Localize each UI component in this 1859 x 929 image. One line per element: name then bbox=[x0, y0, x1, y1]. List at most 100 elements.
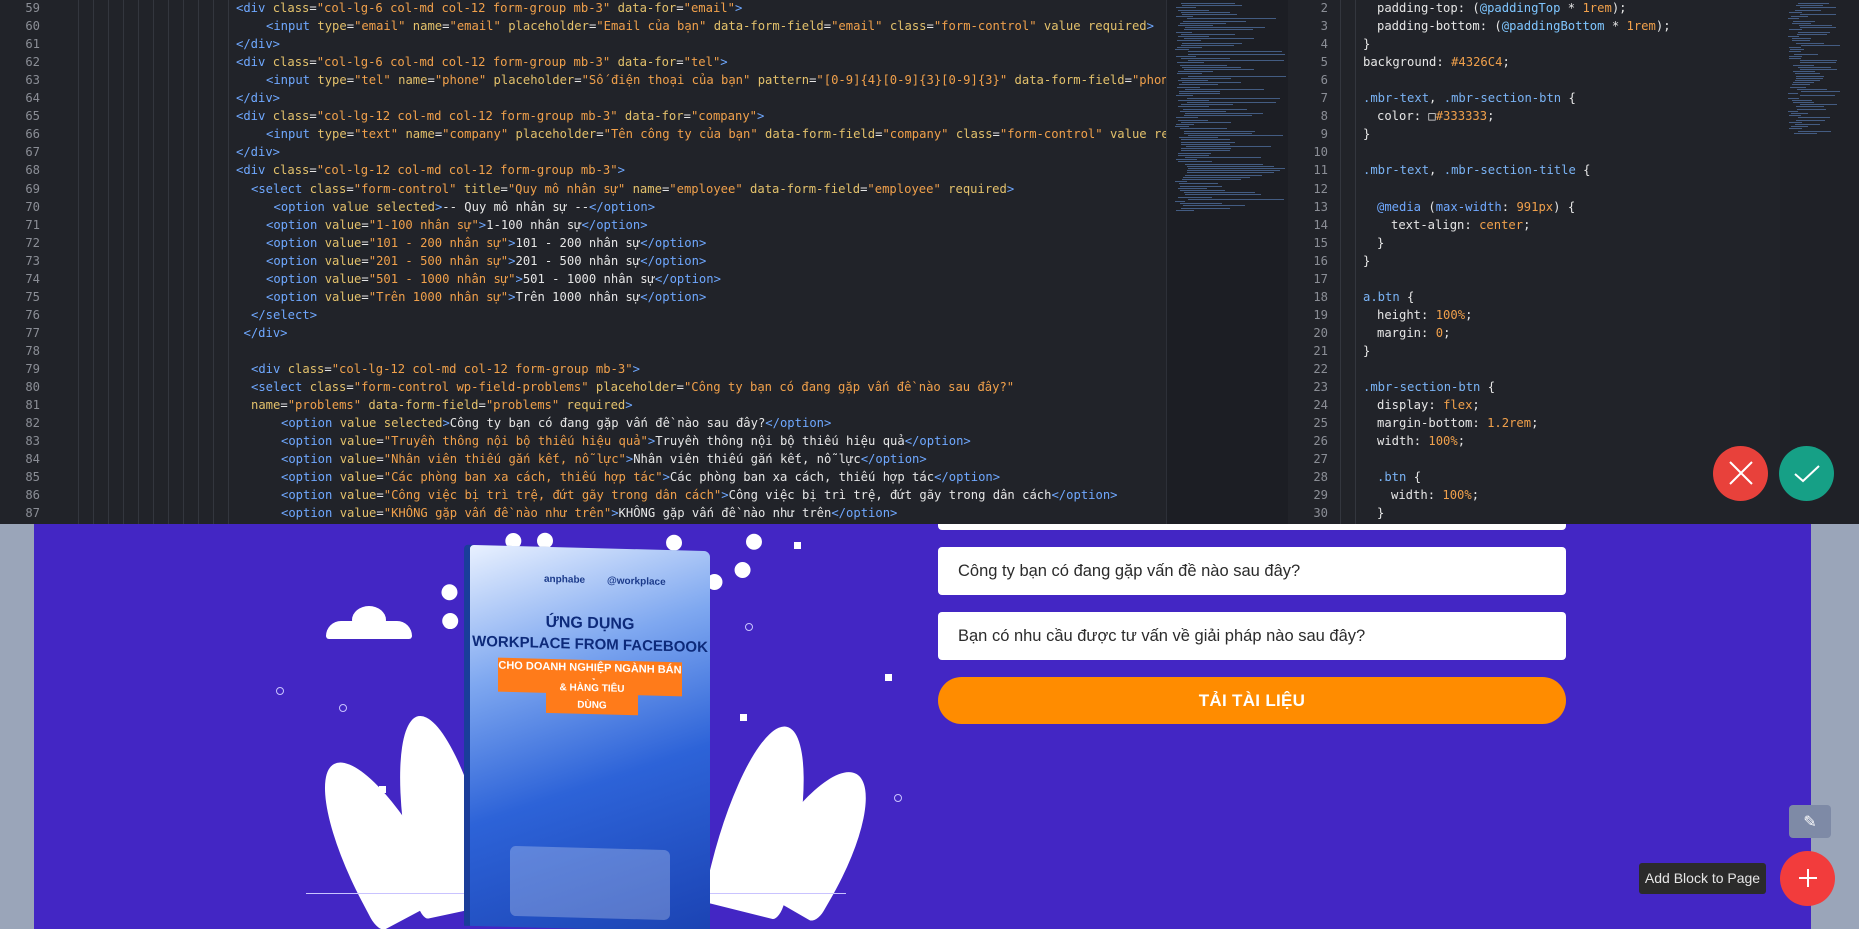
css-code-editor[interactable]: 2 padding-top: (@paddingTop * 1rem); 3 padd… bbox=[1288, 0, 1859, 524]
code-line[interactable]: 20 margin: 0; bbox=[1288, 324, 1859, 342]
code-token: </div> bbox=[243, 325, 288, 340]
code-line[interactable]: 14 text-align: center; bbox=[1288, 216, 1859, 234]
code-line[interactable]: 4} bbox=[1288, 35, 1859, 53]
code-token: class bbox=[272, 109, 310, 124]
css-minimap[interactable] bbox=[1780, 0, 1859, 524]
code-token: 501 - 1000 nhân sự bbox=[522, 271, 655, 286]
code-token: data-form-field bbox=[765, 127, 876, 142]
code-line[interactable]: 13 @media (max-width: 991px) { bbox=[1288, 198, 1859, 216]
code-line[interactable]: 73 <option value="201 - 500 nhân sự">201 … bbox=[0, 252, 1166, 270]
code-line[interactable]: 71 <option value="1-100 nhân sự">1-100 nh… bbox=[0, 216, 1166, 234]
code-token: #4326C4 bbox=[1451, 55, 1503, 70]
minimap-line bbox=[1181, 141, 1235, 143]
code-token: data-form-field bbox=[1014, 73, 1125, 88]
problems-select[interactable]: Công ty bạn có đang gặp vấn đề nào sau đ… bbox=[938, 547, 1566, 595]
code-line[interactable]: 79 <div class="col-lg-12 col-md col-12 fo… bbox=[0, 360, 1166, 378]
code-token: @paddingBottom bbox=[1501, 19, 1605, 34]
code-line[interactable]: 25 margin-bottom: 1.2rem; bbox=[1288, 414, 1859, 432]
code-line[interactable]: 81 name="problems" data-form-field="probl… bbox=[0, 396, 1166, 414]
code-line[interactable]: 9} bbox=[1288, 125, 1859, 143]
code-line[interactable]: 29 width: 100%; bbox=[1288, 486, 1859, 504]
code-line[interactable]: 59 <div class="col-lg-6 col-md col-12 for… bbox=[0, 0, 1166, 17]
code-line[interactable]: 85 <option value="Các phòng ban xa cách, … bbox=[0, 468, 1166, 486]
code-line[interactable]: 84 <option value="Nhân viên thiếu gắn kết… bbox=[0, 450, 1166, 468]
code-line[interactable]: 65 <div class="col-lg-12 col-md col-12 fo… bbox=[0, 107, 1166, 125]
code-token: = bbox=[676, 380, 684, 395]
code-line[interactable]: 5 background: #4326C4; bbox=[1288, 53, 1859, 71]
code-line[interactable]: 8 color: □#333333; bbox=[1288, 107, 1859, 125]
code-line[interactable]: 21} bbox=[1288, 342, 1859, 360]
code-line[interactable]: 24 display: flex; bbox=[1288, 396, 1859, 414]
minimap-line bbox=[1793, 82, 1814, 84]
code-line[interactable]: 67 </div> bbox=[0, 143, 1166, 161]
code-line[interactable]: 69 <select class="form-control" title="Qu… bbox=[0, 180, 1166, 198]
code-line[interactable]: 60 <input type="email" name="email" place… bbox=[0, 17, 1166, 35]
code-line[interactable]: 18 a.btn { bbox=[1288, 288, 1859, 306]
minimap-line bbox=[1792, 40, 1810, 42]
code-line[interactable]: 62 <div class="col-lg-6 col-md col-12 for… bbox=[0, 53, 1166, 71]
code-line[interactable]: 82 <option value selected>Công ty bạn có … bbox=[0, 414, 1166, 432]
code-line[interactable]: 68 <div class="col-lg-12 col-md col-12 fo… bbox=[0, 161, 1166, 179]
code-token: <div bbox=[236, 109, 273, 124]
edit-block-button[interactable]: ✎ bbox=[1789, 805, 1831, 838]
code-line[interactable]: 30} bbox=[1288, 504, 1859, 522]
code-line[interactable]: 12 bbox=[1288, 180, 1859, 198]
code-token: </option> bbox=[640, 289, 707, 304]
code-line[interactable]: 74 <option value="501 - 1000 nhân sự">501… bbox=[0, 270, 1166, 288]
code-line[interactable]: 3 padding-bottom: (@paddingBottom * 1rem)… bbox=[1288, 17, 1859, 35]
code-line[interactable]: 86 <option value="Công việc bị trì trệ, đ… bbox=[0, 486, 1166, 504]
code-line[interactable]: 19 height: 100%; bbox=[1288, 306, 1859, 324]
book-cover: anphabe @workplace ỨNG DỤNG WORKPLACE FR… bbox=[470, 544, 710, 929]
minimap-line bbox=[1188, 60, 1284, 62]
code-line[interactable]: 80 <select class="form-control wp-field-p… bbox=[0, 378, 1166, 396]
code-token: > bbox=[721, 488, 729, 503]
code-token: value bbox=[324, 253, 362, 268]
code-line[interactable]: 10 bbox=[1288, 143, 1859, 161]
line-number: 6 bbox=[1320, 73, 1328, 88]
code-line[interactable]: 27 bbox=[1288, 450, 1859, 468]
code-line[interactable]: 17 bbox=[1288, 270, 1859, 288]
code-token: <div bbox=[236, 163, 273, 178]
code-line[interactable]: 11 .mbr-text, .mbr-section-title { bbox=[1288, 161, 1859, 179]
code-text: } bbox=[1363, 252, 1370, 270]
code-token: = bbox=[361, 235, 369, 250]
code-token: placeholder bbox=[515, 127, 597, 142]
code-text: padding-bottom: (@paddingBottom * 1rem); bbox=[1377, 17, 1671, 35]
code-line[interactable]: 7 .mbr-text, .mbr-section-btn { bbox=[1288, 89, 1859, 107]
code-line[interactable]: 63 <input type="tel" name="phone" placeho… bbox=[0, 71, 1166, 89]
code-line[interactable]: 75 <option value="Trên 1000 nhân sự">Trên… bbox=[0, 288, 1166, 306]
code-line[interactable]: 16} bbox=[1288, 252, 1859, 270]
code-line[interactable]: 83 <option value="Truyền thông nội bộ thi… bbox=[0, 432, 1166, 450]
code-line[interactable]: 22 bbox=[1288, 360, 1859, 378]
code-line[interactable]: 76 </select> bbox=[0, 306, 1166, 324]
code-token: <option bbox=[273, 199, 333, 214]
code-line[interactable]: 2 padding-top: (@paddingTop * 1rem); bbox=[1288, 0, 1859, 17]
cancel-button[interactable] bbox=[1713, 446, 1768, 501]
code-line[interactable]: 15} bbox=[1288, 234, 1859, 252]
code-line[interactable]: 28 .btn { bbox=[1288, 468, 1859, 486]
code-line[interactable]: 70 <option value selected>-- Quy mô nhân … bbox=[0, 198, 1166, 216]
html-minimap[interactable] bbox=[1166, 0, 1288, 524]
code-line[interactable]: 64 </div> bbox=[0, 89, 1166, 107]
code-line[interactable]: 6 bbox=[1288, 71, 1859, 89]
code-token: "phone" bbox=[434, 73, 487, 88]
code-line[interactable]: 72 <option value="101 - 200 nhân sự">101 … bbox=[0, 234, 1166, 252]
html-code-editor[interactable]: 59 <div class="col-lg-6 col-md col-12 for… bbox=[0, 0, 1166, 524]
code-line[interactable]: 77 </div> bbox=[0, 324, 1166, 342]
code-token: 1-100 nhân sự bbox=[486, 217, 582, 232]
solutions-select[interactable]: Bạn có nhu cầu được tư vấn về giải pháp … bbox=[938, 612, 1566, 660]
minimap-line bbox=[1180, 110, 1226, 112]
code-line[interactable]: 78 bbox=[0, 342, 1166, 360]
code-token: Nhân viên thiếu gắn kết, nỗ lực bbox=[633, 452, 861, 467]
download-submit-button[interactable]: TẢI TÀI LIỆU bbox=[938, 677, 1566, 724]
apply-button[interactable] bbox=[1779, 446, 1834, 501]
add-block-button[interactable] bbox=[1780, 851, 1835, 906]
code-line[interactable]: 23 .mbr-section-btn { bbox=[1288, 378, 1859, 396]
code-token: Công việc bị trì trệ, đứt gãy trong dân … bbox=[728, 488, 1052, 503]
code-line[interactable]: 87 <option value="KHÔNG gặp vấn đề nào nh… bbox=[0, 504, 1166, 522]
code-token: ; bbox=[1472, 398, 1480, 413]
code-line[interactable]: 66 <input type="text" name="company" plac… bbox=[0, 125, 1166, 143]
code-line[interactable]: 26 width: 100%; bbox=[1288, 432, 1859, 450]
company-field-partial[interactable] bbox=[938, 524, 1566, 530]
code-line[interactable]: 61 </div> bbox=[0, 35, 1166, 53]
